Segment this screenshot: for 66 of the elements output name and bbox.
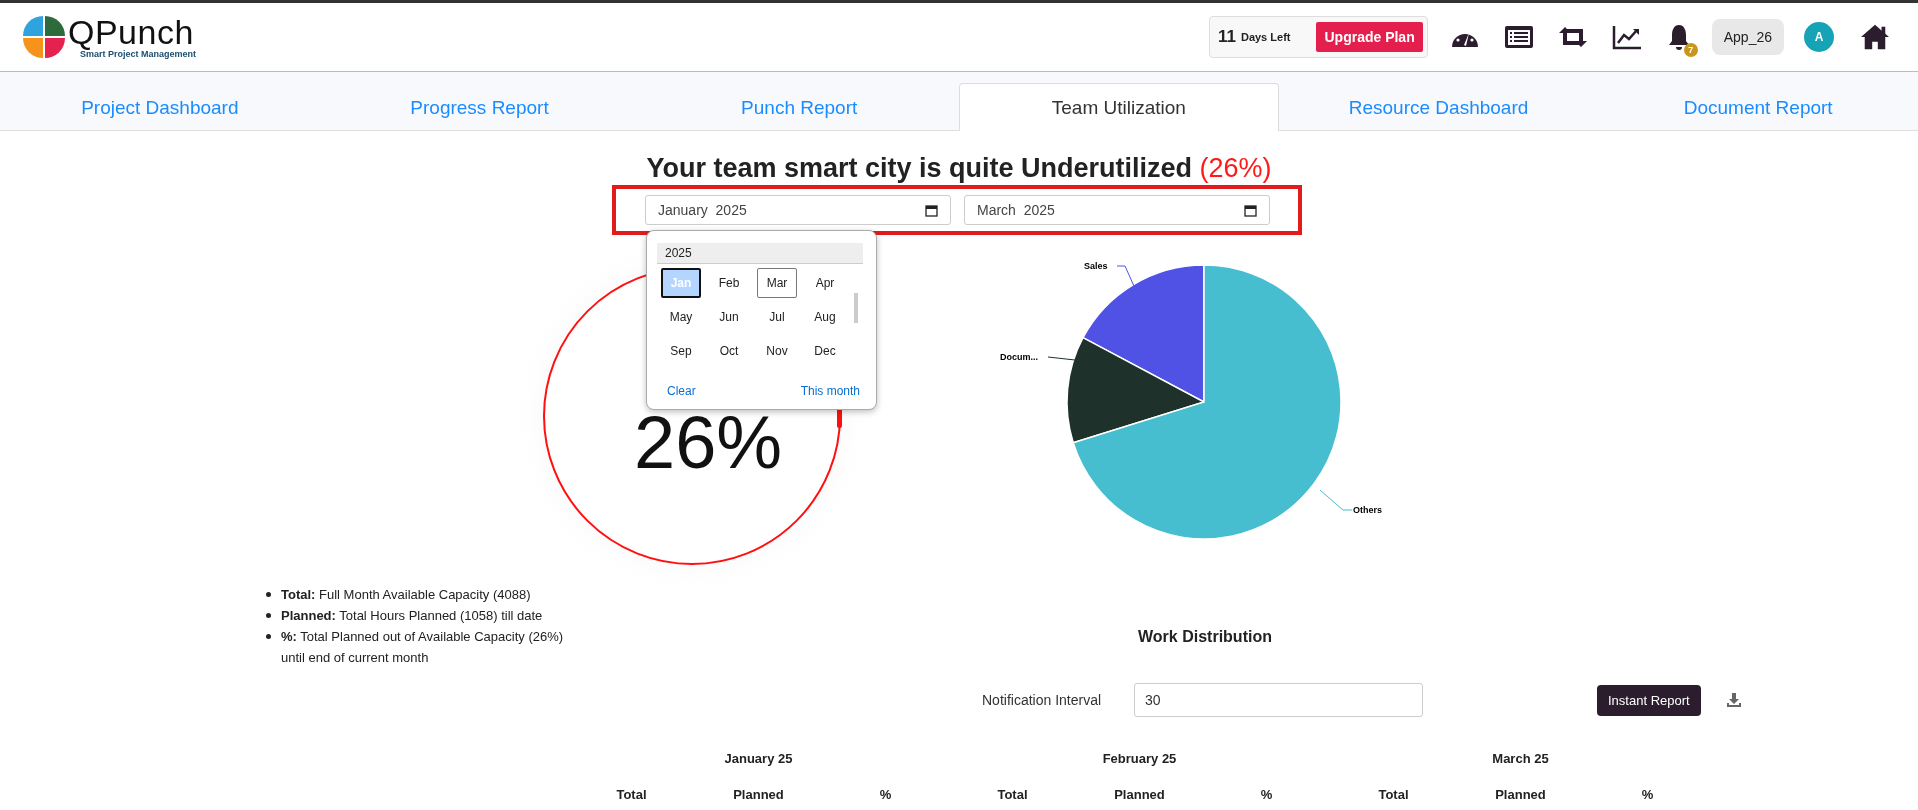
month-field[interactable]: March 2025 <box>964 195 1270 225</box>
interval-input[interactable]: 30 <box>1134 683 1423 717</box>
month-option[interactable]: Jul <box>757 302 797 332</box>
scrollbar-thumb[interactable] <box>854 293 858 323</box>
column-header: Planned <box>1494 785 1547 804</box>
this-month-link[interactable]: This month <box>800 384 860 398</box>
section-title: Work Distribution <box>1137 628 1273 647</box>
leader-line <box>1319 489 1353 511</box>
month-option[interactable]: Apr <box>805 268 845 298</box>
month-field[interactable]: January 2025 <box>645 195 951 225</box>
month-option[interactable]: Mar <box>757 268 797 298</box>
column-header: Total <box>1377 785 1410 804</box>
list-icon[interactable] <box>1503 23 1534 51</box>
gauge-value: 26% <box>634 406 783 480</box>
legend-text: %: Total Planned out of Available Capacity (26%) until end of current month <box>281 628 565 667</box>
clear-link[interactable]: Clear <box>667 384 696 398</box>
column-header: Total <box>615 785 648 804</box>
pie-label: Sales <box>1084 261 1108 271</box>
logo-tagline: Smart Project Management <box>80 49 197 59</box>
page-title: Your team smart city is quite Underutilized <box>646 153 1194 183</box>
bullet-icon <box>266 592 271 597</box>
legend-text: Planned: Total Hours Planned (1058) till date <box>281 607 544 625</box>
pie-slice[interactable] <box>1072 264 1342 540</box>
column-header: January 25 <box>723 749 794 768</box>
month-option[interactable]: Oct <box>709 336 749 366</box>
column-header: Planned <box>732 785 785 804</box>
column-header: Planned <box>1113 785 1166 804</box>
utilization-percent: (26%) <box>1199 153 1272 183</box>
column-header: Total <box>996 785 1029 804</box>
line-chart-icon[interactable] <box>1611 23 1642 51</box>
bell-icon[interactable] <box>1667 23 1690 51</box>
legend-text: Total: Full Month Available Capacity (4088) <box>281 586 532 604</box>
month-option[interactable]: Dec <box>805 336 845 366</box>
calendar-icon[interactable] <box>925 203 938 217</box>
days-label: Days Left <box>1240 31 1291 43</box>
field-label: Notification Interval <box>982 692 1103 708</box>
month-option[interactable]: Feb <box>709 268 749 298</box>
logo-name: QPunch <box>68 15 195 49</box>
calendar-icon[interactable] <box>1244 203 1257 217</box>
notification-badge: 7 <box>1683 43 1698 57</box>
year-header: 2025 <box>657 243 863 264</box>
tab[interactable]: Team Utilization <box>959 83 1279 131</box>
app-selector[interactable]: App_26 <box>1711 19 1784 55</box>
month-option[interactable]: Sep <box>661 336 701 366</box>
logo-icon <box>22 15 66 59</box>
bullet-icon <box>266 613 271 618</box>
days-count: 11 <box>1217 27 1236 47</box>
month-option[interactable]: Nov <box>757 336 797 366</box>
leader-line <box>1047 356 1076 361</box>
column-header: March 25 <box>1491 749 1550 768</box>
month-option[interactable]: May <box>661 302 701 332</box>
download-icon[interactable] <box>1725 692 1742 708</box>
instant-report-button[interactable]: Instant Report <box>1597 684 1701 716</box>
upgrade-button[interactable]: Upgrade Plan <box>1316 22 1423 52</box>
month-option[interactable]: Aug <box>805 302 845 332</box>
pie-slice[interactable] <box>1082 264 1205 403</box>
column-header: % <box>1259 785 1274 804</box>
pie-slice[interactable] <box>1066 336 1205 444</box>
pie-label: Others <box>1353 505 1382 515</box>
column-header: % <box>1640 785 1655 804</box>
bullet-icon <box>266 634 271 639</box>
column-header: % <box>878 785 893 804</box>
month-option[interactable]: Jun <box>709 302 749 332</box>
home-icon[interactable] <box>1860 23 1890 51</box>
pie-label: Docum... <box>1000 352 1038 362</box>
column-header: February 25 <box>1101 749 1178 768</box>
